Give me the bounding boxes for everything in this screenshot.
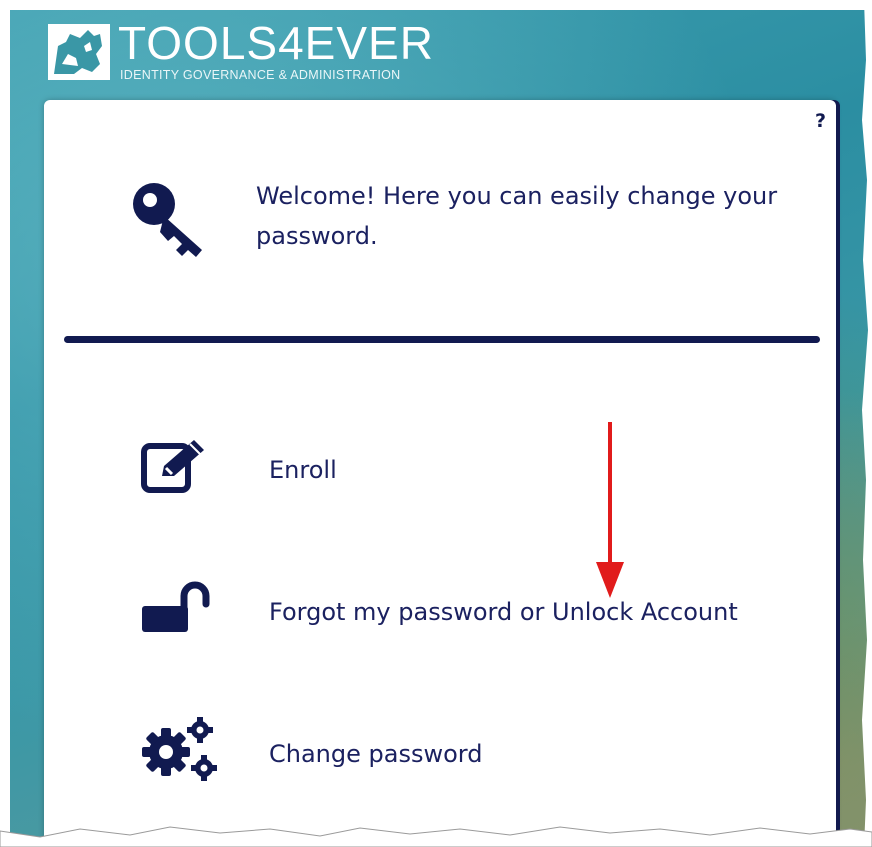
menu-item-change-password[interactable]: Change password [64,704,804,804]
help-button[interactable]: ? [815,110,826,132]
welcome-text: Welcome! Here you can easily change your… [256,182,778,250]
brand-title: TOOLS4EVER [118,17,434,69]
torn-edge-right [862,0,872,847]
menu-item-enroll[interactable]: Enroll [64,418,804,518]
brand-subtitle: IDENTITY GOVERNANCE & ADMINISTRATION [120,68,401,82]
menu-label-change-password: Change password [269,740,483,768]
section-divider [64,336,820,343]
menu-item-forgot-password[interactable]: Forgot my password or Unlock Account [64,562,804,662]
torn-edge-bottom [0,826,872,847]
main-card: ? Welcome! Here you can easily change yo… [44,100,836,847]
annotation-arrow-icon [596,422,624,598]
key-icon [133,183,202,257]
unlock-icon [142,581,210,632]
edit-icon [141,440,204,493]
menu-label-forgot-password: Forgot my password or Unlock Account [269,598,738,626]
map-logo-icon [48,24,110,80]
gears-icon [142,717,217,781]
menu-label-enroll: Enroll [269,456,337,484]
